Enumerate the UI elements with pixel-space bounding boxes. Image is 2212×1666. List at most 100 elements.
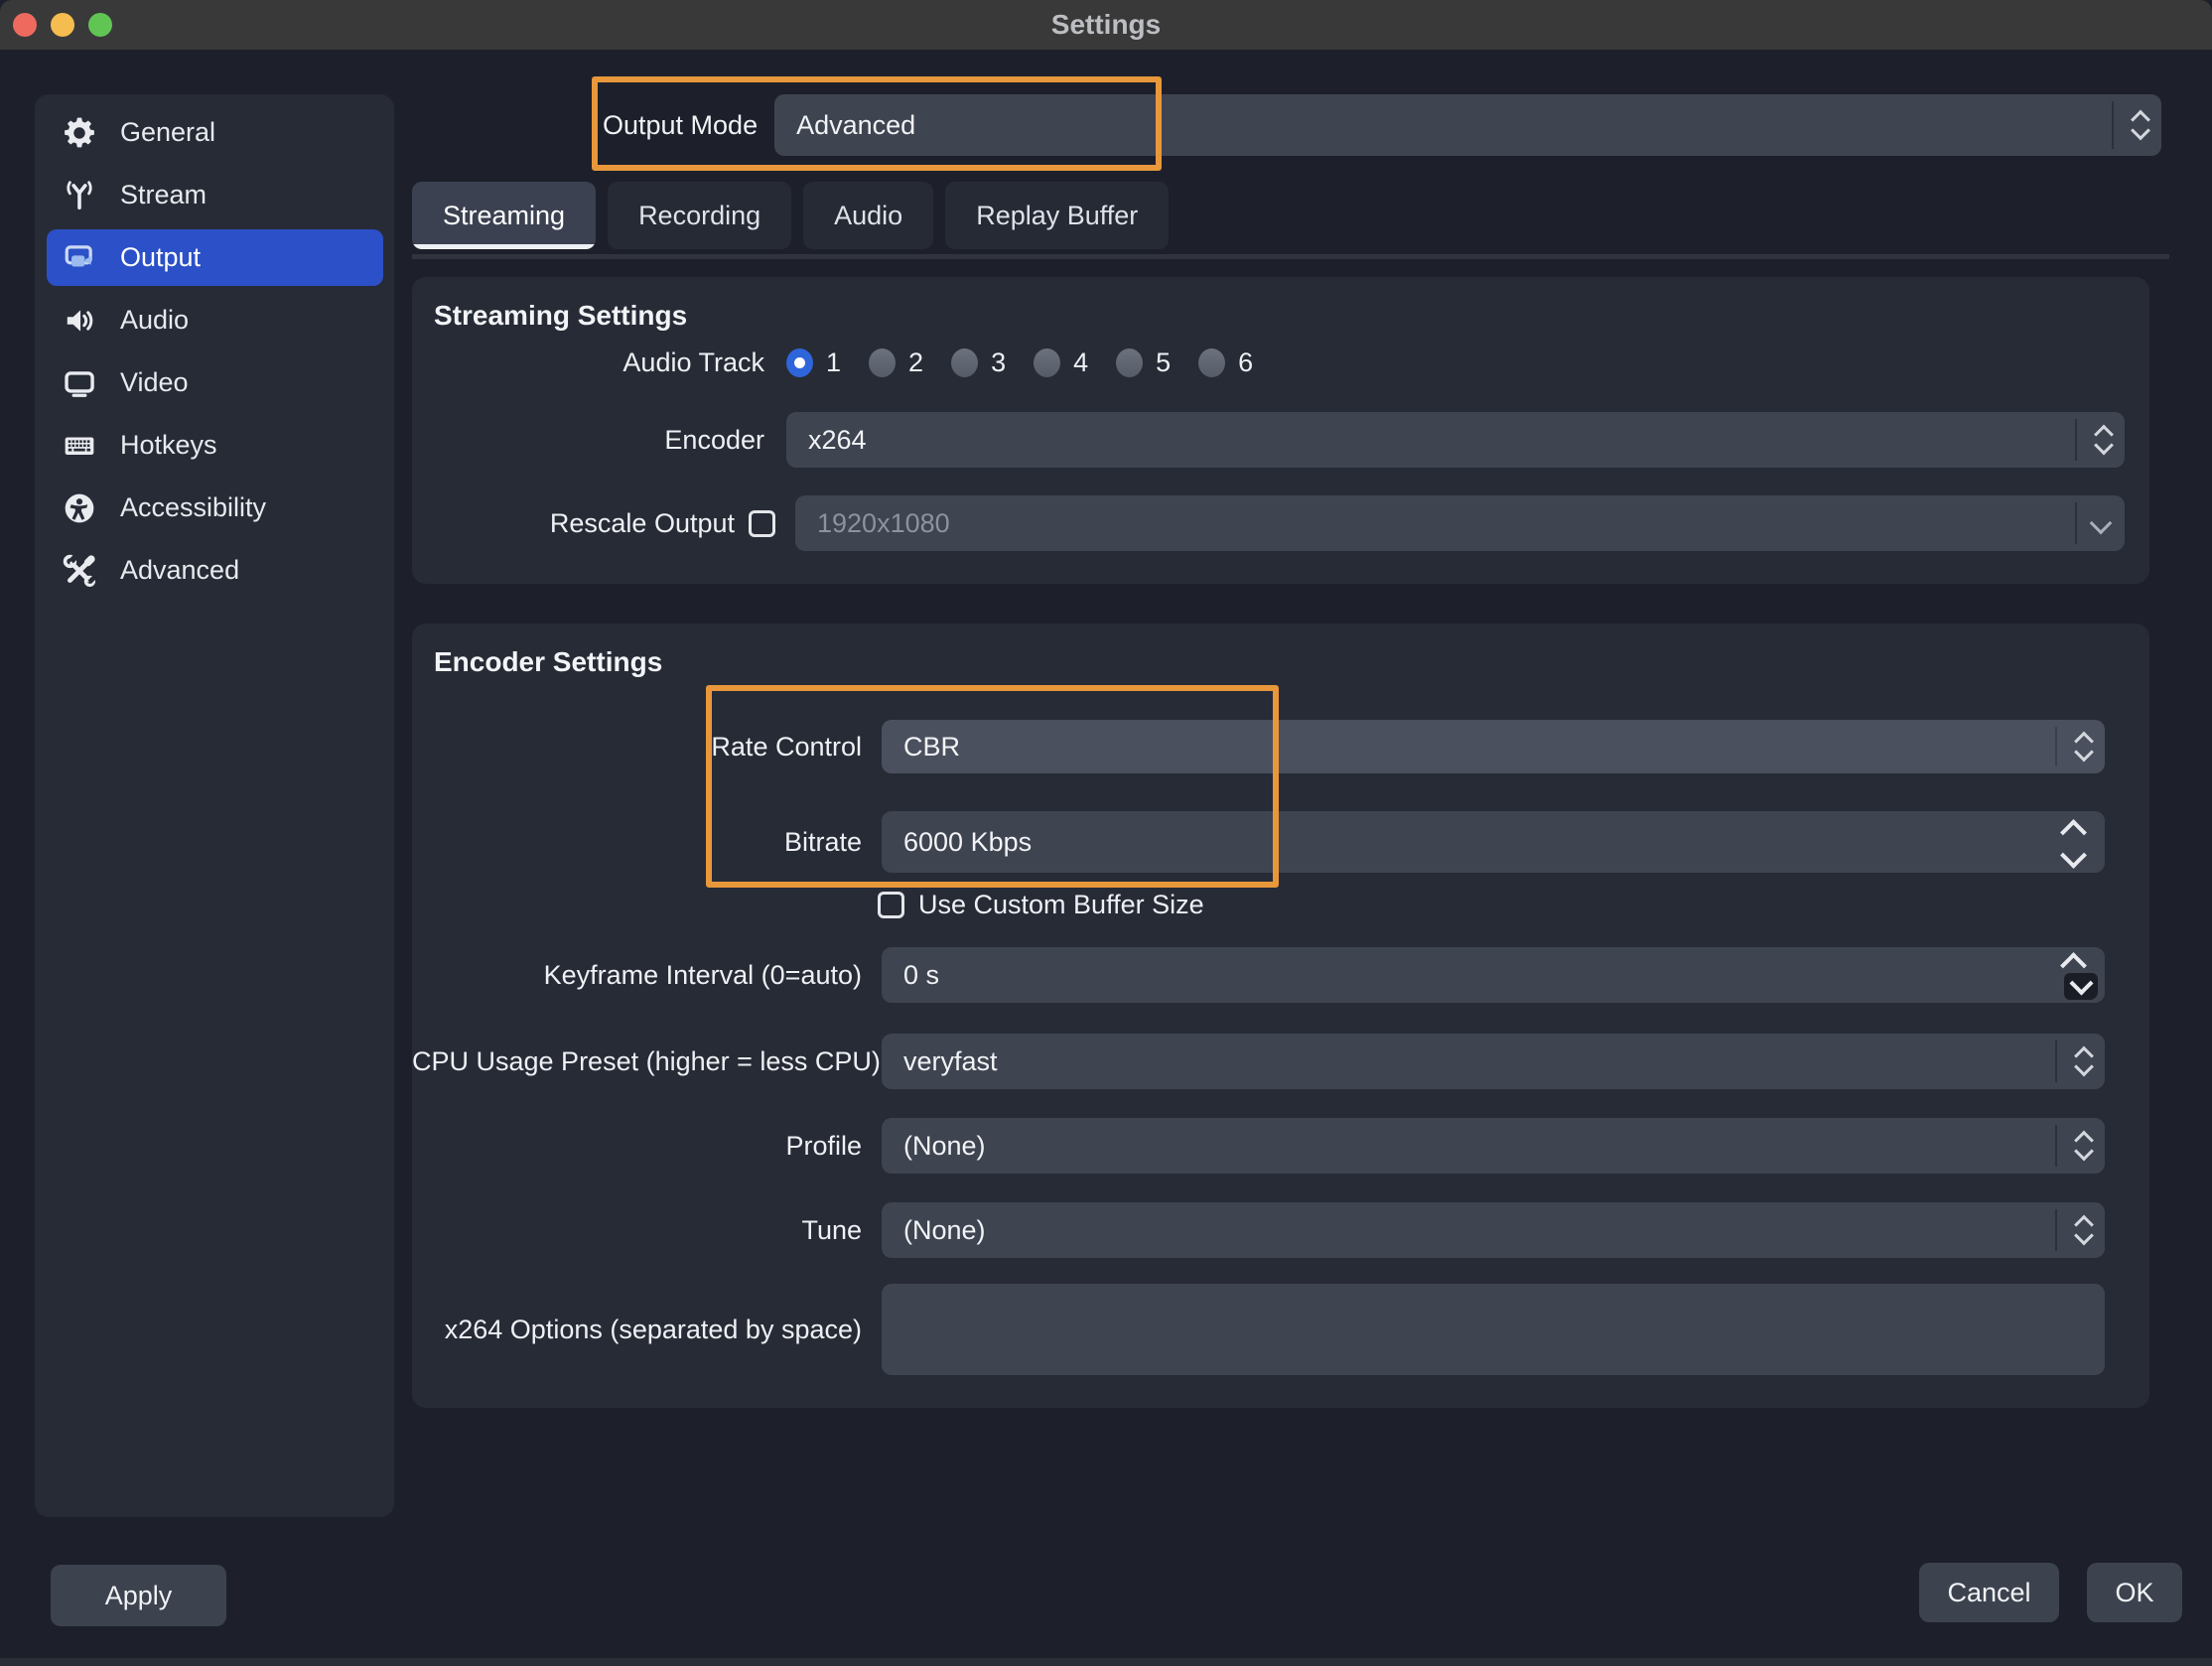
rate-control-label: Rate Control (412, 732, 862, 763)
rate-control-row: Rate Control CBR (412, 720, 2149, 773)
chevron-updown-icon (2077, 735, 2091, 760)
profile-label: Profile (412, 1131, 862, 1162)
chevron-updown-icon (2134, 113, 2147, 138)
radio-selected-icon[interactable] (786, 348, 813, 377)
audio-track-option-3[interactable]: 3 (951, 347, 1006, 378)
rescale-resolution-select: 1920x1080 (795, 495, 2125, 551)
cpu-preset-value: veryfast (903, 1046, 998, 1077)
chevron-updown-icon (2077, 1049, 2091, 1074)
sidebar-item-stream[interactable]: Stream (47, 167, 383, 223)
titlebar: Settings (0, 0, 2212, 50)
profile-value: (None) (903, 1131, 986, 1162)
audio-track-option-6[interactable]: 6 (1198, 347, 1253, 378)
sidebar-item-label: Audio (120, 305, 189, 336)
custom-buffer-row: Use Custom Buffer Size (878, 888, 2149, 921)
sidebar-item-audio[interactable]: Audio (47, 292, 383, 348)
rescale-output-checkbox[interactable] (749, 510, 775, 537)
minimize-button[interactable] (51, 13, 74, 37)
cpu-preset-select[interactable]: veryfast (882, 1034, 2105, 1089)
tune-select[interactable]: (None) (882, 1202, 2105, 1258)
radio-icon[interactable] (951, 348, 978, 377)
keyframe-interval-label: Keyframe Interval (0=auto) (412, 960, 862, 991)
sidebar-item-accessibility[interactable]: Accessibility (47, 480, 383, 536)
sidebar-item-label: Hotkeys (120, 430, 217, 461)
sidebar-item-advanced[interactable]: Advanced (47, 542, 383, 599)
sidebar-item-output[interactable]: Output (47, 229, 383, 286)
bitrate-row: Bitrate 6000 Kbps (412, 811, 2149, 873)
tab-recording[interactable]: Recording (608, 182, 791, 249)
sidebar-item-hotkeys[interactable]: Hotkeys (47, 417, 383, 474)
settings-sidebar: General Stream Output Audio Video (35, 94, 394, 1517)
output-display-camera-icon (63, 241, 96, 275)
sidebar-item-video[interactable]: Video (47, 354, 383, 411)
output-tabs: Streaming Recording Audio Replay Buffer (412, 182, 2169, 249)
encoder-settings-title: Encoder Settings (412, 624, 2149, 679)
radio-label: 3 (991, 347, 1006, 378)
cancel-button[interactable]: Cancel (1919, 1563, 2059, 1622)
output-mode-row: Output Mode Advanced (412, 94, 2169, 156)
rescale-resolution-value: 1920x1080 (817, 508, 950, 539)
sidebar-item-label: General (120, 117, 215, 148)
sidebar-item-general[interactable]: General (47, 104, 383, 161)
spin-down-button-pressed[interactable] (2064, 973, 2098, 1000)
audio-track-option-4[interactable]: 4 (1034, 347, 1088, 378)
tune-value: (None) (903, 1215, 986, 1246)
bitrate-spinbox[interactable]: 6000 Kbps (882, 811, 2105, 873)
radio-icon[interactable] (1198, 348, 1225, 377)
window-title: Settings (0, 9, 2212, 41)
tune-label: Tune (412, 1215, 862, 1246)
radio-label: 5 (1156, 347, 1171, 378)
audio-track-option-5[interactable]: 5 (1116, 347, 1171, 378)
profile-row: Profile (None) (412, 1118, 2149, 1174)
chevron-down-icon (2093, 515, 2109, 531)
audio-track-radio-group: 1 2 3 4 5 6 (786, 347, 2125, 378)
radio-icon[interactable] (869, 348, 896, 377)
radio-label: 1 (826, 347, 841, 378)
output-mode-value: Advanced (796, 110, 915, 141)
tab-replay-buffer[interactable]: Replay Buffer (945, 182, 1169, 249)
radio-icon[interactable] (1116, 348, 1143, 377)
cpu-preset-row: CPU Usage Preset (higher = less CPU) ver… (412, 1034, 2149, 1089)
spin-down-icon[interactable] (2060, 842, 2087, 869)
zoom-button[interactable] (88, 13, 112, 37)
chevron-updown-icon (2097, 428, 2111, 453)
stream-antenna-icon (63, 179, 96, 212)
ok-button[interactable]: OK (2087, 1563, 2182, 1622)
tab-label: Replay Buffer (976, 201, 1138, 231)
apply-button[interactable]: Apply (51, 1565, 226, 1626)
tab-divider (412, 254, 2169, 259)
audio-track-option-2[interactable]: 2 (869, 347, 923, 378)
ok-label: OK (2115, 1578, 2153, 1608)
profile-select[interactable]: (None) (882, 1118, 2105, 1174)
accessibility-icon (63, 491, 96, 525)
x264-options-input[interactable] (903, 1284, 2105, 1377)
output-mode-select[interactable]: Advanced (774, 94, 2161, 156)
tools-icon (63, 554, 96, 588)
bitrate-label: Bitrate (412, 827, 862, 858)
radio-label: 6 (1238, 347, 1253, 378)
display-icon (63, 366, 96, 400)
audio-track-row: Audio Track 1 2 3 4 5 6 (412, 346, 2149, 379)
radio-label: 2 (908, 347, 923, 378)
tab-audio[interactable]: Audio (803, 182, 933, 249)
close-button[interactable] (13, 13, 37, 37)
streaming-settings-title: Streaming Settings (412, 277, 2149, 333)
tab-streaming[interactable]: Streaming (412, 182, 596, 249)
audio-track-option-1[interactable]: 1 (786, 347, 841, 378)
rate-control-value: CBR (903, 732, 960, 763)
radio-icon[interactable] (1034, 348, 1060, 377)
custom-buffer-checkbox[interactable] (878, 892, 904, 918)
tune-row: Tune (None) (412, 1202, 2149, 1258)
cpu-preset-label: CPU Usage Preset (higher = less CPU) (412, 1046, 862, 1077)
encoder-value: x264 (808, 425, 867, 456)
tab-label: Recording (638, 201, 760, 231)
encoder-select[interactable]: x264 (786, 412, 2125, 468)
traffic-lights (13, 13, 112, 37)
custom-buffer-label: Use Custom Buffer Size (918, 890, 1204, 920)
streaming-settings-panel: Streaming Settings Audio Track 1 2 3 4 5… (412, 277, 2149, 584)
rate-control-select[interactable]: CBR (882, 720, 2105, 773)
keyframe-interval-value: 0 s (903, 960, 939, 991)
keyframe-interval-spinbox[interactable]: 0 s (882, 947, 2105, 1003)
sidebar-item-label: Video (120, 367, 189, 398)
sidebar-item-label: Stream (120, 180, 207, 210)
